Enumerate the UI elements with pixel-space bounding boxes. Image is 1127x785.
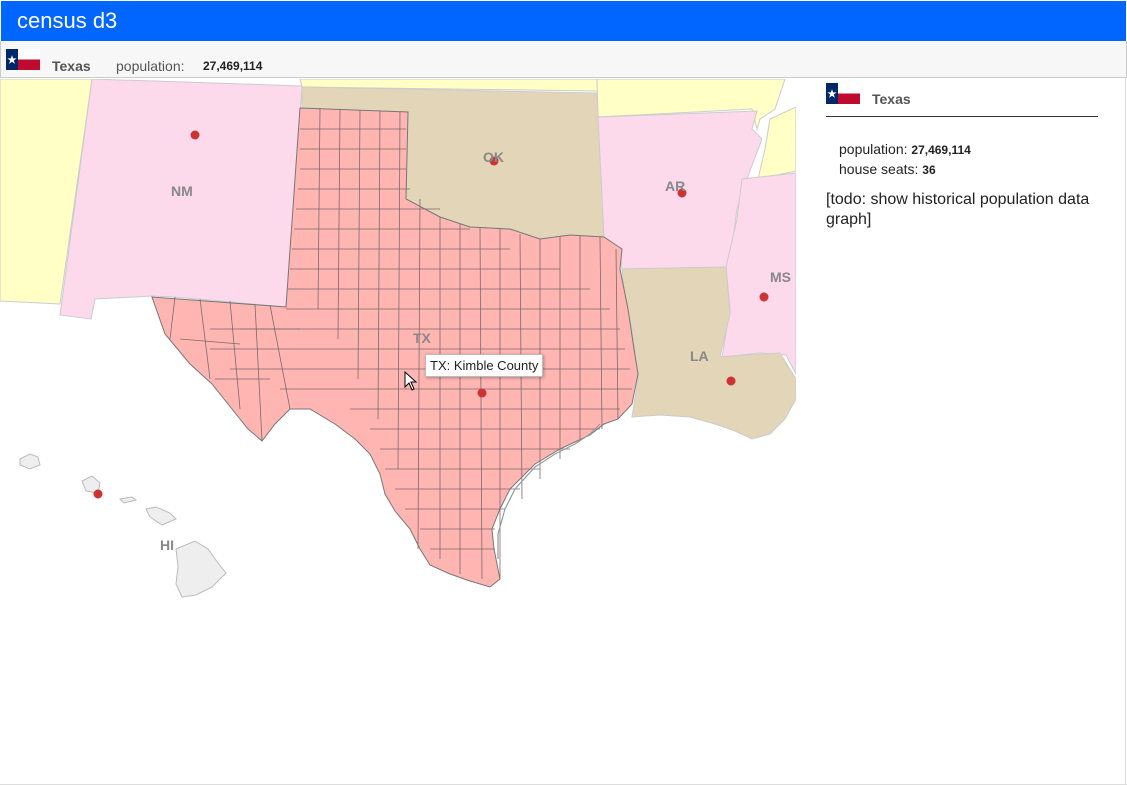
- frame-right-border: [1125, 78, 1126, 785]
- detail-state-name: Texas: [872, 91, 911, 107]
- state-hawaii-islands[interactable]: [19, 453, 227, 598]
- texas-flag-icon: [6, 49, 40, 70]
- detail-stats: population: 27,469,114 house seats: 36: [839, 140, 971, 180]
- detail-population-row: population: 27,469,114: [839, 140, 971, 160]
- state-label-ar: AR: [665, 178, 685, 194]
- capital-dot-nm: [190, 130, 200, 140]
- map-canvas[interactable]: NM OK AR MS LA TX HI: [0, 79, 796, 785]
- state-label-la: LA: [690, 348, 709, 364]
- detail-seats-row: house seats: 36: [839, 160, 971, 180]
- state-tennessee[interactable]: [757, 106, 796, 180]
- state-label-hi: HI: [160, 537, 174, 553]
- state-new-mexico[interactable]: [59, 79, 303, 320]
- detail-population-value: 27,469,114: [911, 143, 971, 157]
- detail-seats-label: house seats:: [839, 161, 923, 177]
- state-label-tx: TX: [413, 330, 432, 346]
- state-label-ms: MS: [770, 269, 791, 285]
- todo-note: [todo: show historical population data g…: [826, 191, 1090, 228]
- texas-flag-icon: [826, 83, 860, 104]
- selected-state-name: Texas: [52, 58, 91, 74]
- population-value: 27,469,114: [203, 59, 263, 73]
- detail-population-label: population:: [839, 141, 912, 157]
- us-map[interactable]: NM OK AR MS LA TX HI: [0, 79, 796, 785]
- population-label: population:: [116, 58, 185, 74]
- state-label-ok: OK: [483, 149, 504, 165]
- app-title: census d3: [17, 8, 118, 33]
- county-tooltip: TX: Kimble County: [425, 354, 544, 377]
- capital-dot-ms: [759, 292, 769, 302]
- capital-dot-hi: [93, 489, 103, 499]
- detail-divider: [826, 116, 1098, 117]
- detail-seats-value: 36: [922, 163, 936, 177]
- capital-dot-la: [726, 376, 736, 386]
- state-label-nm: NM: [171, 183, 193, 199]
- mouse-pointer-icon: [404, 371, 418, 391]
- app-title-bar: census d3: [1, 1, 1126, 41]
- state-summary-bar: Texas population: 27,469,114: [0, 41, 1127, 78]
- capital-dot-tx: [477, 388, 487, 398]
